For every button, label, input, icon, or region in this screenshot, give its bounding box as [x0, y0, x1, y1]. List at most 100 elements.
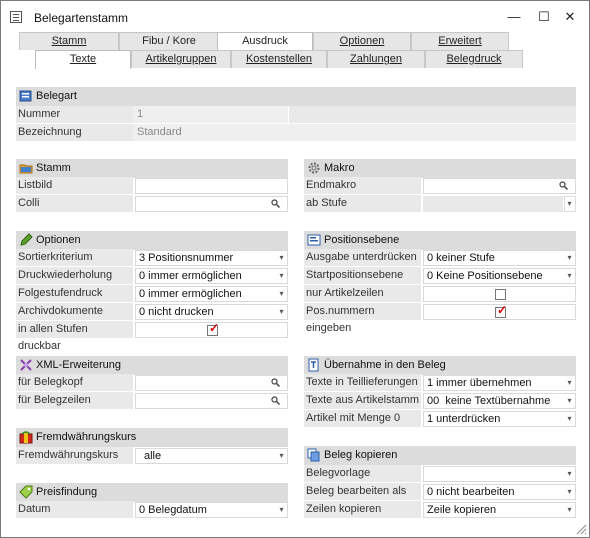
folder-icon — [19, 164, 33, 174]
positionsebene-title: Positionsebene — [324, 234, 400, 246]
makro-title: Makro — [324, 162, 355, 174]
listbild-field[interactable] — [135, 178, 288, 194]
tab-belegdruck[interactable]: Belegdruck — [425, 50, 523, 68]
section-fremdwaehrung: Fremdwährungskurs — [16, 428, 288, 447]
tab-optionen[interactable]: Optionen — [313, 32, 411, 50]
endmakro-field[interactable] — [423, 178, 576, 194]
dropdown-icon: ▾ — [563, 251, 575, 265]
posnummern-checkbox[interactable]: ✓ — [495, 304, 507, 318]
bezeichnung-field[interactable]: Standard — [133, 124, 576, 141]
tab-artikelgruppen[interactable]: Artikelgruppen — [131, 50, 231, 68]
abstufe-field[interactable] — [423, 196, 563, 212]
resize-grip-icon[interactable] — [575, 523, 587, 535]
row-belegvorlage: Belegvorlage ▾ — [304, 465, 576, 482]
tab-erweitert[interactable]: Erweitert — [411, 32, 509, 50]
row-colli: Colli — [16, 195, 288, 212]
window-icon — [10, 11, 22, 23]
datum-select[interactable]: 0 Belegdatum ▾ — [135, 502, 288, 518]
section-xml: XML-Erweiterung — [16, 356, 288, 375]
allestufen-label: in allen Stufen druckbar — [16, 321, 133, 352]
search-icon[interactable] — [559, 181, 568, 190]
dropdown-icon: ▾ — [563, 467, 575, 481]
belegart-title: Belegart — [36, 90, 77, 102]
row-nummer: Nummer 1 — [16, 106, 576, 123]
allestufen-checkbox[interactable]: ✓ — [207, 322, 219, 336]
folgestufe-select[interactable]: 0 immer ermöglichen ▾ — [135, 286, 288, 302]
fremdwaehrung-title: Fremdwährungskurs — [36, 431, 137, 443]
belegkopf-field[interactable] — [135, 375, 288, 391]
zeilenkopieren-select[interactable]: Zeile kopieren ▾ — [423, 502, 576, 518]
row-teillief: Texte in Teillieferungen 1 immer überneh… — [304, 374, 576, 391]
menge0-value: 1 unterdrücken — [427, 413, 501, 425]
fremdwaehrung-select[interactable]: alle ▾ — [135, 448, 288, 464]
fremdwaehrung-value: alle — [144, 450, 162, 462]
artstamm-value: 00 keine Textübernahme — [427, 395, 551, 407]
nurartikel-checkbox[interactable] — [495, 289, 506, 300]
close-button[interactable]: ✕ — [557, 7, 583, 27]
positions-icon — [307, 234, 321, 246]
tab-stamm[interactable]: Stamm — [19, 32, 119, 50]
abstufe-label: ab Stufe — [304, 195, 421, 212]
bearbeiten-value: 0 nicht bearbeiten — [427, 486, 515, 498]
title-bar: Belegartenstamm — ☐ ✕ — [1, 1, 589, 31]
dropdown-icon: ▾ — [275, 269, 287, 283]
row-datum: Datum 0 Belegdatum ▾ — [16, 501, 288, 518]
section-belegart: Belegart — [16, 87, 576, 106]
xml-title: XML-Erweiterung — [36, 359, 121, 371]
druckwdh-value: 0 immer ermöglichen — [139, 270, 242, 282]
section-optionen: Optionen — [16, 231, 288, 250]
row-endmakro: Endmakro — [304, 177, 576, 194]
artstamm-select[interactable]: 00 keine Textübernahme ▾ — [423, 393, 576, 409]
search-icon[interactable] — [271, 199, 280, 208]
transfer-icon — [308, 358, 319, 372]
row-artstamm: Texte aus Artikelstamm 00 keine Textüber… — [304, 392, 576, 409]
search-icon[interactable] — [271, 396, 280, 405]
nurartikel-label: nur Artikelzeilen — [304, 285, 421, 302]
bezeichnung-label: Bezeichnung — [16, 124, 133, 141]
archiv-select[interactable]: 0 nicht drucken ▾ — [135, 304, 288, 320]
tab-zahlungen[interactable]: Zahlungen — [327, 50, 425, 68]
tab-fibu-kore[interactable]: Fibu / Kore — [119, 32, 219, 50]
belegzeilen-label: für Belegzeilen — [16, 392, 133, 409]
section-stamm: Stamm — [16, 159, 288, 178]
druckwdh-select[interactable]: 0 immer ermöglichen ▾ — [135, 268, 288, 284]
section-uebernahme: Übernahme in den Beleg — [304, 356, 576, 375]
sortier-select[interactable]: 3 Positionsnummer ▾ — [135, 250, 288, 266]
menge0-select[interactable]: 1 unterdrücken ▾ — [423, 411, 576, 427]
row-menge0: Artikel mit Menge 0 1 unterdrücken ▾ — [304, 410, 576, 427]
sortier-value: 3 Positionsnummer — [139, 252, 234, 264]
colli-field[interactable] — [135, 196, 288, 212]
tab-ausdruck[interactable]: Ausdruck — [217, 32, 313, 51]
maximize-button[interactable]: ☐ — [531, 7, 557, 27]
bearbeiten-label: Beleg bearbeiten als — [304, 483, 421, 500]
tab-texte[interactable]: Texte — [35, 50, 131, 69]
archiv-label: Archivdokumente — [16, 303, 133, 320]
pencil-icon — [20, 233, 33, 246]
uebernahme-title: Übernahme in den Beleg — [324, 359, 446, 371]
bearbeiten-select[interactable]: 0 nicht bearbeiten ▾ — [423, 484, 576, 500]
dropdown-icon: ▾ — [275, 449, 287, 463]
search-icon[interactable] — [271, 378, 280, 387]
ausgabe-label: Ausgabe unterdrücken — [304, 249, 421, 266]
row-nurartikel: nur Artikelzeilen — [304, 285, 576, 302]
gear-icon — [308, 162, 320, 174]
startpos-select[interactable]: 0 Keine Positionsebene ▾ — [423, 268, 576, 284]
belegvorlage-select[interactable]: ▾ — [423, 466, 576, 482]
teillief-select[interactable]: 1 immer übernehmen ▾ — [423, 375, 576, 391]
row-folgestufe: Folgestufendruck 0 immer ermöglichen ▾ — [16, 285, 288, 302]
section-positionsebene: Positionsebene — [304, 231, 576, 250]
ausgabe-select[interactable]: 0 keiner Stufe ▾ — [423, 250, 576, 266]
sortier-label: Sortierkriterium — [16, 249, 133, 266]
row-druckwdh: Druckwiederholung 0 immer ermöglichen ▾ — [16, 267, 288, 284]
row-startpos: Startpositionsebene 0 Keine Positionsebe… — [304, 267, 576, 284]
folgestufe-label: Folgestufendruck — [16, 285, 133, 302]
startpos-value: 0 Keine Positionsebene — [427, 270, 543, 282]
belegzeilen-field[interactable] — [135, 393, 288, 409]
fremdwaehrung-label: Fremdwährungskurs — [16, 447, 133, 464]
abstufe-dropdown[interactable]: ▾ — [563, 196, 576, 212]
minimize-button[interactable]: — — [501, 7, 527, 27]
nummer-field[interactable]: 1 — [133, 106, 288, 123]
currency-icon — [19, 431, 33, 444]
dropdown-icon: ▾ — [563, 197, 575, 211]
tab-kostenstellen[interactable]: Kostenstellen — [231, 50, 327, 68]
